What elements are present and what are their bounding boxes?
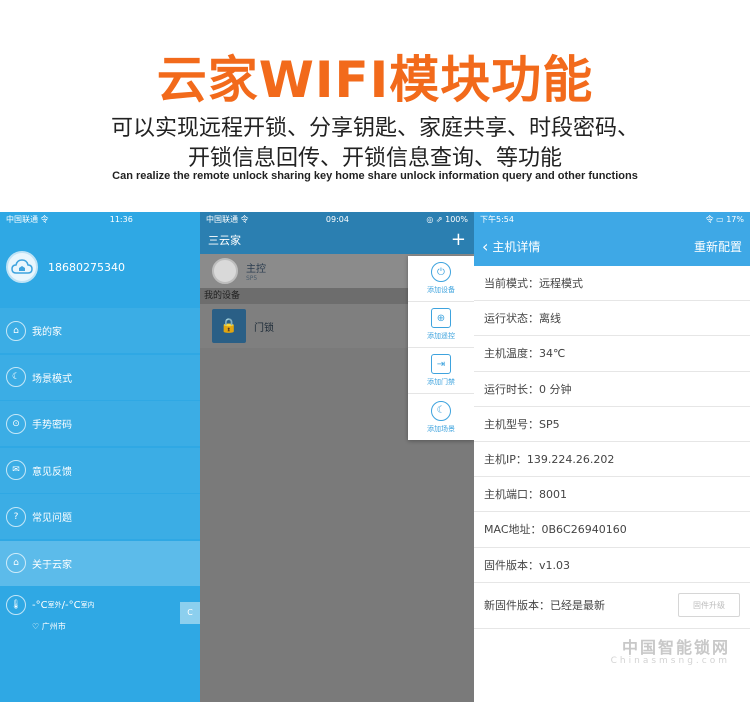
screen-side-menu: 中国联通 令 11:36 18680275340 ⌂ 我的家 ☾ 场景模式 ⊙ … bbox=[0, 212, 200, 702]
user-phone-number: 18680275340 bbox=[48, 260, 125, 274]
detail-row-uptime: 运行时长：0 分钟 bbox=[474, 372, 750, 407]
device-name: 门锁 bbox=[254, 322, 274, 334]
watermark-text: 中国智能锁网 bbox=[621, 638, 730, 657]
back-button[interactable]: ‹ 主机详情 bbox=[482, 237, 540, 256]
detail-text: 当前模式：远程模式 bbox=[484, 277, 583, 291]
detail-row-mode: 当前模式：远程模式 bbox=[474, 266, 750, 302]
status-bar: 中国联通 令 09:04 ◎ ⇗ 100% bbox=[200, 212, 474, 226]
screen-hub-details: 下午5:54 令 ▭ 17% ‹ 主机详情 重新配置 当前模式：远程模式 运行状… bbox=[474, 212, 750, 702]
detail-row-model: 主机型号：SP5 bbox=[474, 407, 750, 442]
menu-item-my-home[interactable]: ⌂ 我的家 bbox=[0, 308, 200, 353]
menu-item-feedback[interactable]: ✉ 意见反馈 bbox=[0, 447, 200, 493]
add-scene-item[interactable]: ☾ 添加场景 bbox=[408, 394, 474, 440]
add-item-label: 添加遥控 bbox=[427, 332, 455, 340]
add-access-item[interactable]: ⇥ 添加门禁 bbox=[408, 348, 474, 394]
nav-bar: 三云家 + bbox=[200, 226, 474, 254]
add-item-label: 添加门禁 bbox=[427, 378, 455, 386]
remote-icon: ⊕ bbox=[431, 308, 451, 328]
hero-subtitle-line1: 可以实现远程开锁、分享钥匙、家庭共享、时段密码、 bbox=[110, 116, 639, 141]
status-right: ◎ ⇗ 100% bbox=[426, 214, 468, 224]
corner-tab[interactable]: C bbox=[180, 602, 200, 624]
question-icon: ? bbox=[6, 506, 26, 527]
hero-english-caption: Can realize the remote unlock sharing ke… bbox=[112, 170, 638, 182]
power-icon: ⏻ bbox=[431, 262, 451, 282]
thermometer-icon: 🌡 bbox=[6, 595, 26, 615]
detail-text: MAC地址：0B6C26940160 bbox=[484, 523, 627, 537]
temp-outdoor-label: 室外 bbox=[47, 601, 62, 609]
detail-text: 新固件版本：已经是最新 bbox=[484, 599, 605, 613]
detail-text: 主机端口：8001 bbox=[484, 488, 567, 502]
temp-indoor: -°C bbox=[64, 599, 81, 611]
message-icon: ✉ bbox=[6, 460, 26, 480]
temp-outdoor: -°C bbox=[32, 599, 48, 611]
location-icon: ♡ bbox=[32, 622, 42, 631]
firmware-upgrade-button[interactable]: 固件升级 bbox=[678, 593, 740, 618]
menu-item-label: 场景模式 bbox=[32, 373, 72, 385]
detail-row-mac: MAC地址：0B6C26940160 bbox=[474, 512, 750, 548]
menu-item-label: 常见问题 bbox=[32, 513, 72, 524]
menu-item-scene-mode[interactable]: ☾ 场景模式 bbox=[0, 354, 200, 400]
add-item-label: 添加设备 bbox=[427, 286, 455, 294]
hub-icon bbox=[212, 258, 238, 284]
detail-text: 主机IP：139.224.26.202 bbox=[484, 453, 615, 467]
detail-row-firmware: 固件版本：v1.03 bbox=[474, 548, 750, 583]
detail-text: 运行状态：离线 bbox=[484, 312, 561, 326]
menu-item-about[interactable]: ⌂ 关于云家 bbox=[0, 540, 200, 586]
hub-model: SP5 bbox=[246, 275, 258, 282]
menu-item-faq[interactable]: ? 常见问题 bbox=[0, 494, 200, 539]
city-name: 广州市 bbox=[41, 622, 66, 631]
detail-row-ip: 主机IP：139.224.26.202 bbox=[474, 442, 750, 478]
menu-item-gesture-password[interactable]: ⊙ 手势密码 bbox=[0, 401, 200, 446]
menu-item-label: 手势密码 bbox=[32, 420, 72, 431]
reconfigure-button[interactable]: 重新配置 bbox=[694, 238, 742, 255]
status-carrier: 中国联通 令 bbox=[6, 214, 49, 224]
hero-subtitle-line2: 开锁信息回传、开锁信息查询、等功能 bbox=[187, 146, 562, 171]
status-carrier: 中国联通 令 bbox=[206, 214, 249, 224]
screen-device-list: 中国联通 令 09:04 ◎ ⇗ 100% 三云家 + 主控 SP5 我的设备 … bbox=[200, 212, 474, 702]
status-right: 令 ▭ 17% bbox=[705, 214, 744, 224]
status-time: 09:04 bbox=[325, 214, 349, 224]
chevron-left-icon: ‹ bbox=[482, 236, 489, 256]
watermark-url: Chinasmsng.com bbox=[610, 656, 730, 666]
nav-title: 主机详情 bbox=[492, 239, 541, 254]
plus-icon[interactable]: + bbox=[451, 231, 466, 249]
status-time: 下午5:54 bbox=[480, 214, 514, 224]
detail-row-temperature: 主机温度：34℃ bbox=[474, 336, 750, 372]
weather-panel: 🌡 -°C 室外 / -°C 室内 ♡ 广州市 bbox=[0, 587, 200, 640]
temp-indoor-label: 室内 bbox=[80, 601, 95, 609]
cloud-home-avatar-icon bbox=[6, 251, 38, 283]
add-item-label: 添加场景 bbox=[427, 424, 455, 433]
add-remote-item[interactable]: ⊕ 添加遥控 bbox=[408, 302, 474, 348]
user-profile[interactable]: 18680275340 bbox=[0, 226, 200, 308]
home-icon: ⌂ bbox=[6, 320, 26, 341]
moon-icon: ☾ bbox=[431, 400, 451, 421]
nav-bar: ‹ 主机详情 重新配置 bbox=[474, 226, 750, 266]
hero-title: 云家WIFI模块功能 bbox=[156, 51, 594, 109]
door-lock-icon: 🔒 bbox=[212, 309, 246, 343]
status-time: 11:36 bbox=[109, 214, 133, 224]
door-icon: ⇥ bbox=[431, 354, 451, 374]
detail-text: 主机型号：SP5 bbox=[484, 417, 560, 431]
add-device-item[interactable]: ⏻ 添加设备 bbox=[408, 256, 474, 302]
status-bar: 下午5:54 令 ▭ 17% bbox=[474, 212, 750, 226]
menu-item-label: 我的家 bbox=[32, 327, 62, 338]
menu-item-label: 关于云家 bbox=[32, 559, 72, 571]
add-dropdown-menu: ⏻ 添加设备 ⊕ 添加遥控 ⇥ 添加门禁 ☾ 添加场景 bbox=[408, 256, 474, 440]
house-icon: ⌂ bbox=[6, 553, 26, 573]
nav-title[interactable]: 三云家 bbox=[208, 232, 241, 248]
detail-text: 运行时长：0 分钟 bbox=[484, 382, 572, 396]
status-bar: 中国联通 令 11:36 bbox=[0, 212, 200, 226]
detail-text: 主机温度：34℃ bbox=[484, 347, 566, 361]
hub-name: 主控 bbox=[246, 264, 266, 275]
lock-icon: ⊙ bbox=[6, 413, 26, 434]
detail-row-port: 主机端口：8001 bbox=[474, 477, 750, 513]
moon-icon: ☾ bbox=[6, 367, 26, 387]
menu-item-label: 意见反馈 bbox=[32, 466, 72, 478]
detail-text: 固件版本：v1.03 bbox=[484, 558, 571, 572]
detail-row-status: 运行状态：离线 bbox=[474, 301, 750, 337]
detail-row-new-firmware: 新固件版本：已经是最新 固件升级 bbox=[474, 583, 750, 629]
